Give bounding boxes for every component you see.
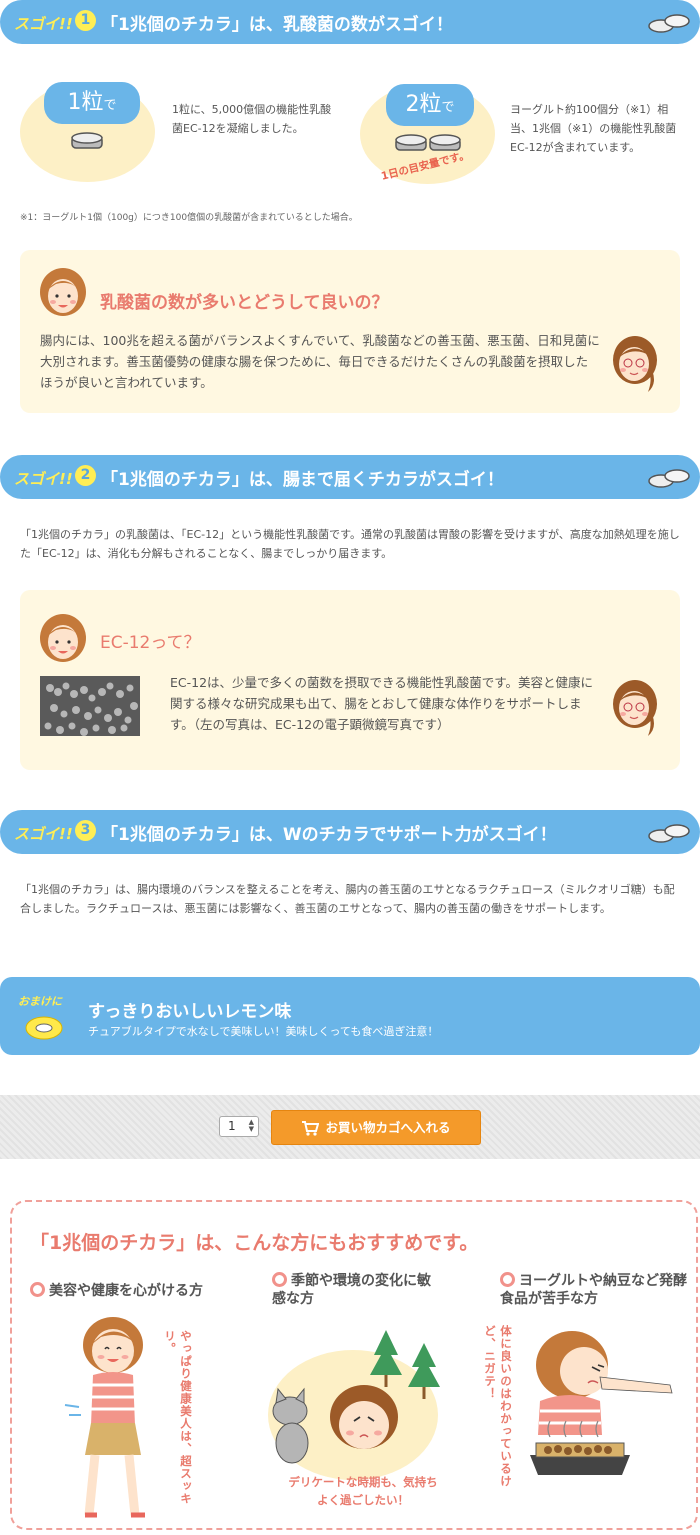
section1-header: スゴイ!! 1 「1兆個のチカラ」は、乳酸菌の数がスゴイ！ [0, 0, 700, 44]
advisor-face-icon [613, 680, 657, 736]
microscope-photo [40, 676, 140, 736]
section-number-badge: 1 [75, 10, 96, 31]
sugoi-label: スゴイ!! [14, 825, 73, 843]
bonus-subtitle: チュアブルタイプで水なしで美味しい！美味しくっても食べ過ぎ注意！ [88, 1025, 439, 1038]
section-number-badge: 3 [75, 820, 96, 841]
season-change-illustration [268, 1330, 440, 1480]
question-answer: 腸内には、100兆を超える菌がバランスよくすんでいて、乳酸菌などの善玉菌、悪玉菌… [40, 333, 600, 390]
bonus-banner: おまけに すっきりおいしいレモン味 チュアブルタイプで水なしで美味しい！美味しく… [0, 977, 700, 1055]
circle-bullet-icon [500, 1272, 515, 1287]
section3-title: 「1兆個のチカラ」は、Wのチカラでサポート力がスゴイ！ [101, 825, 557, 845]
recommend-item-caption: デリケートな時期も、気持ちよく過ごしたい！ [288, 1475, 438, 1507]
stepper-arrows-icon[interactable]: ▲ ▼ [249, 1119, 254, 1133]
section1-title: 「1兆個のチカラ」は、乳酸菌の数がスゴイ！ [101, 15, 453, 35]
two-tablets-description: ヨーグルト約100個分（※1）相当、1兆個（※1）の機能性乳酸菌EC-12が含ま… [510, 103, 677, 154]
recommend-item-heading: 季節や環境の変化に敏感な方 [272, 1272, 431, 1307]
recommend-item-heading: ヨーグルトや納豆など発酵食品が苦手な方 [500, 1272, 687, 1307]
bonus-label: おまけに [18, 995, 62, 1008]
quantity-select[interactable]: 1 ▲ ▼ [219, 1116, 259, 1137]
circle-bullet-icon [30, 1282, 45, 1297]
lemon-icon [25, 1016, 63, 1040]
section-number-badge: 2 [75, 465, 96, 486]
fermented-food-illustration [530, 1331, 673, 1475]
question-answer: EC-12は、少量で多くの菌数を摂取できる機能性乳酸菌です。美容と健康に関する様… [170, 675, 594, 732]
quantity-value: 1 [228, 1119, 236, 1133]
tag-big-text: 2粒 [405, 92, 442, 117]
woman-face-icon [40, 614, 86, 662]
add-to-cart-label: お買い物カゴへ入れる [325, 1120, 451, 1135]
section3-header: スゴイ!! 3 「1兆個のチカラ」は、Wのチカラでサポート力がスゴイ！ [0, 810, 700, 854]
tag-small-text: で [103, 98, 117, 113]
tablet-icon [648, 824, 690, 843]
sugoi-label: スゴイ!! [14, 15, 73, 33]
add-to-cart-button[interactable]: お買い物カゴへ入れる [271, 1110, 481, 1145]
recommend-item-heading: 美容や健康を心がける方 [30, 1282, 230, 1300]
one-tablet-description: 1粒に、5,000億個の機能性乳酸菌EC-12を凝縮しました。 [172, 103, 332, 135]
one-tablet-illustration: 1粒で [20, 72, 160, 182]
tag-small-text: で [441, 100, 455, 115]
section2-description: 「1兆個のチカラ」の乳酸菌は、「EC-12」という機能性乳酸菌です。通常の乳酸菌… [20, 528, 680, 560]
two-tablets-illustration: 2粒で 1日の目安量です。 [360, 72, 500, 187]
section3-description: 「1兆個のチカラ」は、腸内環境のバランスを整えることを考え、腸内の善玉菌のエサと… [20, 883, 675, 915]
question-title: EC-12って？ [100, 633, 201, 653]
bonus-title: すっきりおいしいレモン味 [88, 1002, 292, 1022]
tag-big-text: 1粒 [67, 90, 104, 115]
tablet-icon [71, 132, 103, 149]
question-title: 乳酸菌の数が多いとどうして良いの？ [100, 293, 389, 313]
sugoi-label: スゴイ!! [14, 470, 73, 488]
tablet-icon [648, 14, 690, 33]
footnote: ※1：ヨーグルト1個（100g）につき100億個の乳酸菌が含まれているとした場合… [20, 213, 358, 223]
recommend-title: 「1兆個のチカラ」は、こんな方にもおすすめです。 [30, 1232, 479, 1254]
healthy-woman-illustration [64, 1317, 145, 1518]
woman-face-icon [40, 268, 86, 316]
section2-header: スゴイ!! 2 「1兆個のチカラ」は、腸まで届くチカラがスゴイ！ [0, 455, 700, 499]
cart-icon [302, 1121, 320, 1136]
tablet-icon [648, 469, 690, 488]
advisor-face-icon [613, 336, 657, 392]
recommend-item-caption: やっぱり健康美人は、超スッキリ。 [163, 1330, 193, 1505]
section2-title: 「1兆個のチカラ」は、腸まで届くチカラがスゴイ！ [101, 470, 504, 490]
circle-bullet-icon [272, 1272, 287, 1287]
